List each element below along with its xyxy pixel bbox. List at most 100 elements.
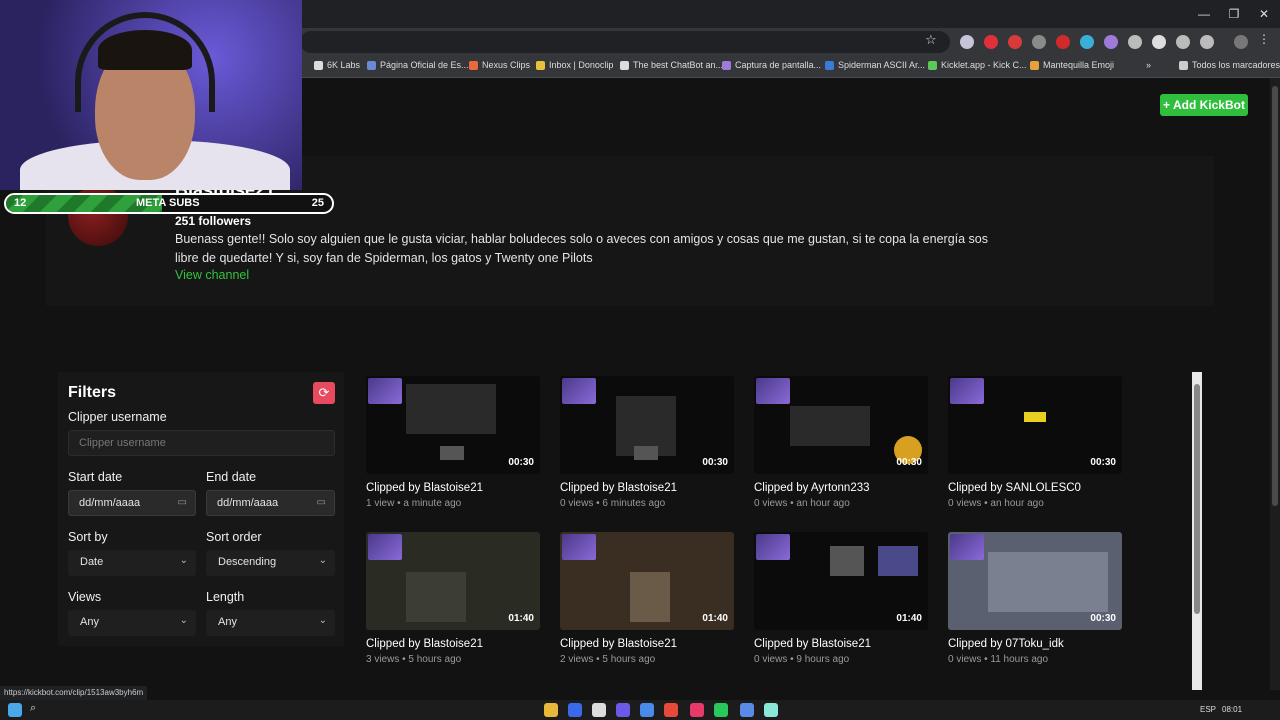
clip-thumbnail[interactable]: 01:40	[560, 532, 734, 630]
chevron-down-icon: ⌄	[318, 615, 327, 626]
restore-icon[interactable]: ❐	[1226, 6, 1242, 22]
close-icon[interactable]: ✕	[1256, 6, 1272, 22]
search-icon[interactable]: ⌕	[30, 702, 44, 716]
clip-title[interactable]: Clipped by Blastoise21	[754, 638, 871, 650]
taskbar-app-icon[interactable]	[664, 703, 678, 717]
clip-title[interactable]: Clipped by Blastoise21	[366, 638, 483, 650]
bookmark-item[interactable]: Nexus Clips	[469, 60, 530, 70]
views-select[interactable]: Any ⌄	[68, 610, 196, 636]
clip-thumbnail[interactable]: 00:30	[366, 376, 540, 474]
clip-duration: 01:40	[508, 613, 534, 624]
clip-card[interactable]: 00:30 Clipped by 07Toku_idk 0 views • 11…	[948, 532, 1122, 672]
extension-icon[interactable]	[1080, 35, 1094, 49]
taskbar-app-icon[interactable]	[568, 703, 582, 717]
chevron-down-icon: ⌄	[179, 615, 188, 626]
clip-thumbnail[interactable]: 01:40	[366, 532, 540, 630]
extension-icon[interactable]	[1032, 35, 1046, 49]
clip-card[interactable]: 01:40 Clipped by Blastoise21 3 views • 5…	[366, 532, 540, 672]
clip-duration: 01:40	[896, 613, 922, 624]
minimize-icon[interactable]: —	[1196, 6, 1212, 22]
start-date-input[interactable]: dd/mm/aaaa ▭	[68, 490, 196, 516]
bookmark-item[interactable]: Captura de pantalla...	[722, 60, 821, 70]
clip-title[interactable]: Clipped by Blastoise21	[560, 638, 677, 650]
clip-title[interactable]: Clipped by Blastoise21	[366, 482, 483, 494]
clip-meta: 1 view • a minute ago	[366, 498, 462, 509]
page-scrollbar[interactable]	[1270, 78, 1280, 690]
extension-icon[interactable]	[1056, 35, 1070, 49]
taskbar-app-icon[interactable]	[714, 703, 728, 717]
clip-card[interactable]: 00:30 Clipped by SANLOLESC0 0 views • an…	[948, 376, 1122, 516]
taskbar: ⌕ ESP 08:01	[0, 700, 1280, 720]
taskbar-app-icon[interactable]	[592, 703, 606, 717]
extension-icon[interactable]	[984, 35, 998, 49]
clip-title[interactable]: Clipped by Blastoise21	[560, 482, 677, 494]
extension-icon[interactable]	[1104, 35, 1118, 49]
end-date-input[interactable]: dd/mm/aaaa ▭	[206, 490, 335, 516]
clip-title[interactable]: Clipped by SANLOLESC0	[948, 482, 1081, 494]
clip-thumbnail[interactable]: 00:30	[948, 376, 1122, 474]
chevron-down-icon: ⌄	[318, 555, 327, 566]
clip-title[interactable]: Clipped by 07Toku_idk	[948, 638, 1064, 650]
extensions-puzzle-icon[interactable]	[1200, 35, 1214, 49]
taskbar-app-icon[interactable]	[764, 703, 778, 717]
clip-title[interactable]: Clipped by Ayrtonn233	[754, 482, 870, 494]
clip-meta: 3 views • 5 hours ago	[366, 654, 462, 665]
clip-card[interactable]: 01:40 Clipped by Blastoise21 0 views • 9…	[754, 532, 928, 672]
extension-icon[interactable]	[1008, 35, 1022, 49]
taskbar-app-icon[interactable]	[740, 703, 754, 717]
clip-duration: 00:30	[1090, 613, 1116, 624]
clip-card[interactable]: 00:30 Clipped by Blastoise21 1 view • a …	[366, 376, 540, 516]
calendar-icon: ▭	[316, 497, 326, 508]
sort-order-label: Sort order	[206, 530, 262, 544]
clips-grid: 00:30 Clipped by Blastoise21 1 view • a …	[366, 376, 1126, 690]
all-bookmarks-folder[interactable]: Todos los marcadores	[1179, 60, 1280, 70]
calendar-icon: ▭	[177, 497, 187, 508]
clip-meta: 2 views • 5 hours ago	[560, 654, 656, 665]
address-bar[interactable]	[300, 31, 950, 53]
language-indicator[interactable]: ESP	[1200, 705, 1216, 714]
sort-order-select[interactable]: Descending ⌄	[206, 550, 335, 576]
clip-thumbnail[interactable]: 00:30	[754, 376, 928, 474]
clip-card[interactable]: 00:30 Clipped by Ayrtonn233 0 views • an…	[754, 376, 928, 516]
bookmark-item[interactable]: Kicklet.app - Kick C...	[928, 60, 1027, 70]
clips-scrollbar[interactable]	[1192, 372, 1202, 690]
filters-panel: Filters ⟳ Clipper username Clipper usern…	[58, 372, 344, 646]
clip-card[interactable]: 00:30 Clipped by Blastoise21 0 views • 6…	[560, 376, 734, 516]
sub-goal-target: 25	[311, 197, 324, 209]
taskbar-app-icon[interactable]	[616, 703, 630, 717]
view-channel-link[interactable]: View channel	[175, 268, 249, 282]
clip-thumbnail[interactable]: 01:40	[754, 532, 928, 630]
clipper-username-input[interactable]: Clipper username	[68, 430, 335, 456]
clip-thumbnail[interactable]: 00:30	[948, 532, 1122, 630]
length-select[interactable]: Any ⌄	[206, 610, 335, 636]
extension-icon[interactable]	[1152, 35, 1166, 49]
sort-by-select[interactable]: Date ⌄	[68, 550, 196, 576]
taskbar-app-icon[interactable]	[690, 703, 704, 717]
bookmark-item[interactable]: Mantequilla Emoji	[1030, 60, 1114, 70]
bookmark-item[interactable]: Spiderman ASCII Ar...	[825, 60, 925, 70]
extension-icon[interactable]	[960, 35, 974, 49]
menu-kebab-icon[interactable]: ⋮	[1258, 32, 1272, 46]
refresh-icon: ⟳	[318, 385, 330, 400]
more-bookmarks-icon[interactable]: »	[1146, 60, 1151, 70]
clip-card[interactable]: 01:40 Clipped by Blastoise21 2 views • 5…	[560, 532, 734, 672]
taskbar-app-icon[interactable]	[640, 703, 654, 717]
sub-goal-label: META SUBS	[136, 197, 200, 209]
clip-duration: 00:30	[1090, 457, 1116, 468]
profile-avatar[interactable]	[1234, 35, 1248, 49]
clip-thumbnail[interactable]: 00:30	[560, 376, 734, 474]
windows-start-icon[interactable]	[8, 703, 22, 717]
bookmark-item[interactable]: Inbox | Donoclip	[536, 60, 613, 70]
extension-icon[interactable]	[1128, 35, 1142, 49]
bookmark-item[interactable]: Página Oficial de Es...	[367, 60, 469, 70]
bookmark-item[interactable]: The best ChatBot an...	[620, 60, 723, 70]
clock[interactable]: 08:01	[1222, 705, 1242, 714]
channel-bio: Buenass gente!! Solo soy alguien que le …	[175, 232, 989, 265]
bookmark-star-icon[interactable]: ☆	[925, 32, 937, 48]
add-kickbot-button[interactable]: + Add KickBot	[1160, 94, 1248, 116]
reset-filters-button[interactable]: ⟳	[313, 382, 335, 404]
clip-meta: 0 views • an hour ago	[948, 498, 1044, 509]
taskbar-app-icon[interactable]	[544, 703, 558, 717]
extension-icon[interactable]	[1176, 35, 1190, 49]
bookmark-item[interactable]: 6K Labs	[314, 60, 360, 70]
